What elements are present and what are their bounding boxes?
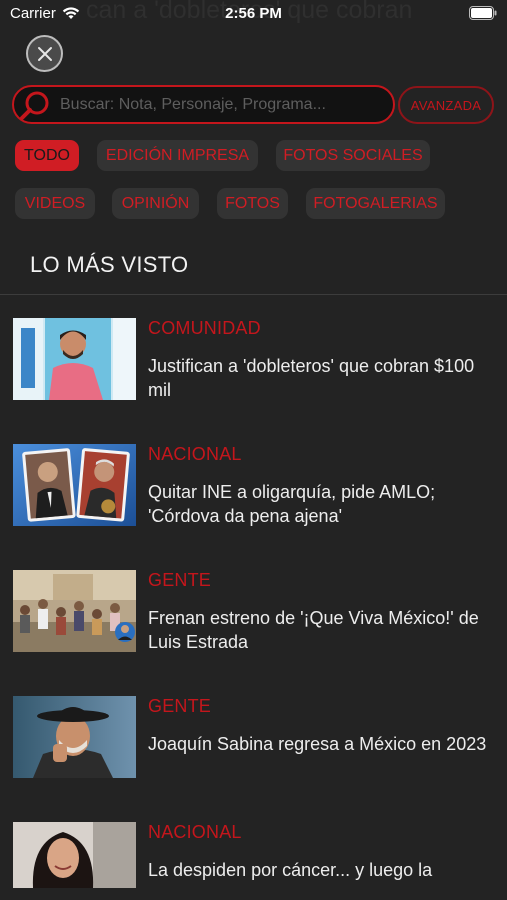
filter-fotos[interactable]: FOTOS	[217, 188, 288, 219]
article-item[interactable]: NACIONAL La despiden por cáncer... y lue…	[0, 822, 507, 900]
article-thumbnail	[13, 318, 136, 400]
filter-videos[interactable]: VIDEOS	[15, 188, 95, 219]
article-thumbnail	[13, 570, 136, 652]
article-headline: Joaquín Sabina regresa a México en 2023	[148, 734, 487, 754]
article-category: GENTE	[148, 696, 212, 716]
article-headline: Frenan estreno de '¡Que Viva México!' de…	[148, 608, 479, 652]
article-thumbnail	[13, 696, 136, 778]
close-icon	[37, 46, 52, 61]
article-category: NACIONAL	[148, 444, 242, 464]
article-thumbnail	[13, 822, 136, 888]
filter-edicion-impresa[interactable]: EDICIÓN IMPRESA	[97, 140, 258, 171]
article-category: NACIONAL	[148, 822, 242, 842]
divider	[0, 294, 507, 295]
article-category: GENTE	[148, 570, 212, 590]
filter-opinion[interactable]: OPINIÓN	[112, 188, 199, 219]
status-bar: can a 'dobleteros' que cobran Carrier 2:…	[0, 0, 507, 28]
article-item[interactable]: GENTE Frenan estreno de '¡Que Viva Méxic…	[0, 570, 507, 680]
article-item[interactable]: NACIONAL Quitar INE a oligarquía, pide A…	[0, 444, 507, 554]
article-headline: Justifican a 'dobleteros' que cobran $10…	[148, 356, 475, 400]
article-category: COMUNIDAD	[148, 318, 261, 338]
article-item[interactable]: GENTE Joaquín Sabina regresa a México en…	[0, 696, 507, 806]
article-item[interactable]: COMUNIDAD Justifican a 'dobleteros' que …	[0, 318, 507, 428]
article-headline: La despiden por cáncer... y luego la	[148, 860, 433, 880]
filter-fotogalerias[interactable]: FOTOGALERIAS	[306, 188, 445, 219]
battery-icon	[469, 6, 497, 20]
clock: 2:56 PM	[225, 5, 282, 22]
close-button[interactable]	[26, 35, 63, 72]
filter-todo[interactable]: TODO	[15, 140, 79, 171]
search-bar	[12, 85, 395, 124]
search-icon	[20, 91, 49, 120]
section-title: LO MÁS VISTO	[30, 252, 189, 277]
search-input[interactable]	[60, 87, 380, 122]
filter-fotos-sociales[interactable]: FOTOS SOCIALES	[276, 140, 430, 171]
article-headline: Quitar INE a oligarquía, pide AMLO; 'Cór…	[148, 482, 436, 526]
advanced-search-button[interactable]: AVANZADA	[398, 86, 494, 124]
article-thumbnail	[13, 444, 136, 526]
